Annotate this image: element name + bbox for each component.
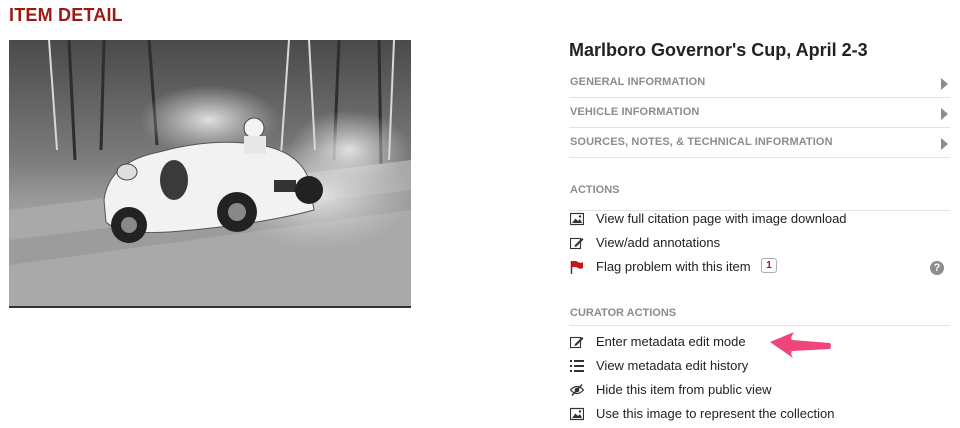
curator-actions-heading: CURATOR ACTIONS xyxy=(569,307,950,326)
section-vehicle-information[interactable]: VEHICLE INFORMATION xyxy=(569,97,950,128)
section-sources-notes-technical[interactable]: SOURCES, NOTES, & TECHNICAL INFORMATION xyxy=(569,127,950,158)
pencil-icon xyxy=(570,336,584,349)
enter-edit-mode-label: Enter metadata edit mode xyxy=(596,334,746,349)
chevron-right-icon xyxy=(941,78,948,90)
chevron-right-icon xyxy=(941,138,948,150)
chevron-right-icon xyxy=(941,108,948,120)
actions-heading: ACTIONS xyxy=(569,184,950,211)
view-annotations-label: View/add annotations xyxy=(596,235,721,250)
curator-actions-heading-label: CURATOR ACTIONS xyxy=(570,307,677,319)
annotation-arrow xyxy=(770,332,831,358)
section-label: GENERAL INFORMATION xyxy=(570,76,706,88)
help-icon[interactable]: ? xyxy=(930,261,944,275)
view-citation-label: View full citation page with image downl… xyxy=(596,211,847,226)
section-general-information[interactable]: GENERAL INFORMATION xyxy=(569,67,950,98)
item-photo[interactable] xyxy=(9,40,411,308)
hide-item-label: Hide this item from public view xyxy=(596,382,772,397)
page-title: ITEM DETAIL xyxy=(9,5,123,25)
section-label: VEHICLE INFORMATION xyxy=(570,106,700,118)
section-label: SOURCES, NOTES, & TECHNICAL INFORMATION xyxy=(570,136,833,148)
image-icon xyxy=(570,407,584,421)
eye-slash-icon xyxy=(570,384,584,396)
flag-problem-label: Flag problem with this item xyxy=(596,259,751,274)
pencil-icon xyxy=(570,237,584,250)
actions-heading-label: ACTIONS xyxy=(570,184,620,196)
use-image-label: Use this image to represent the collecti… xyxy=(596,406,835,421)
item-title: Marlboro Governor's Cup, April 2-3 xyxy=(569,40,868,60)
race-car-photo xyxy=(9,40,411,306)
flag-count-badge: 1 xyxy=(761,258,777,273)
image-icon xyxy=(570,212,584,226)
flag-icon xyxy=(570,260,583,274)
view-edit-history-label: View metadata edit history xyxy=(596,358,749,373)
list-icon xyxy=(570,360,584,372)
